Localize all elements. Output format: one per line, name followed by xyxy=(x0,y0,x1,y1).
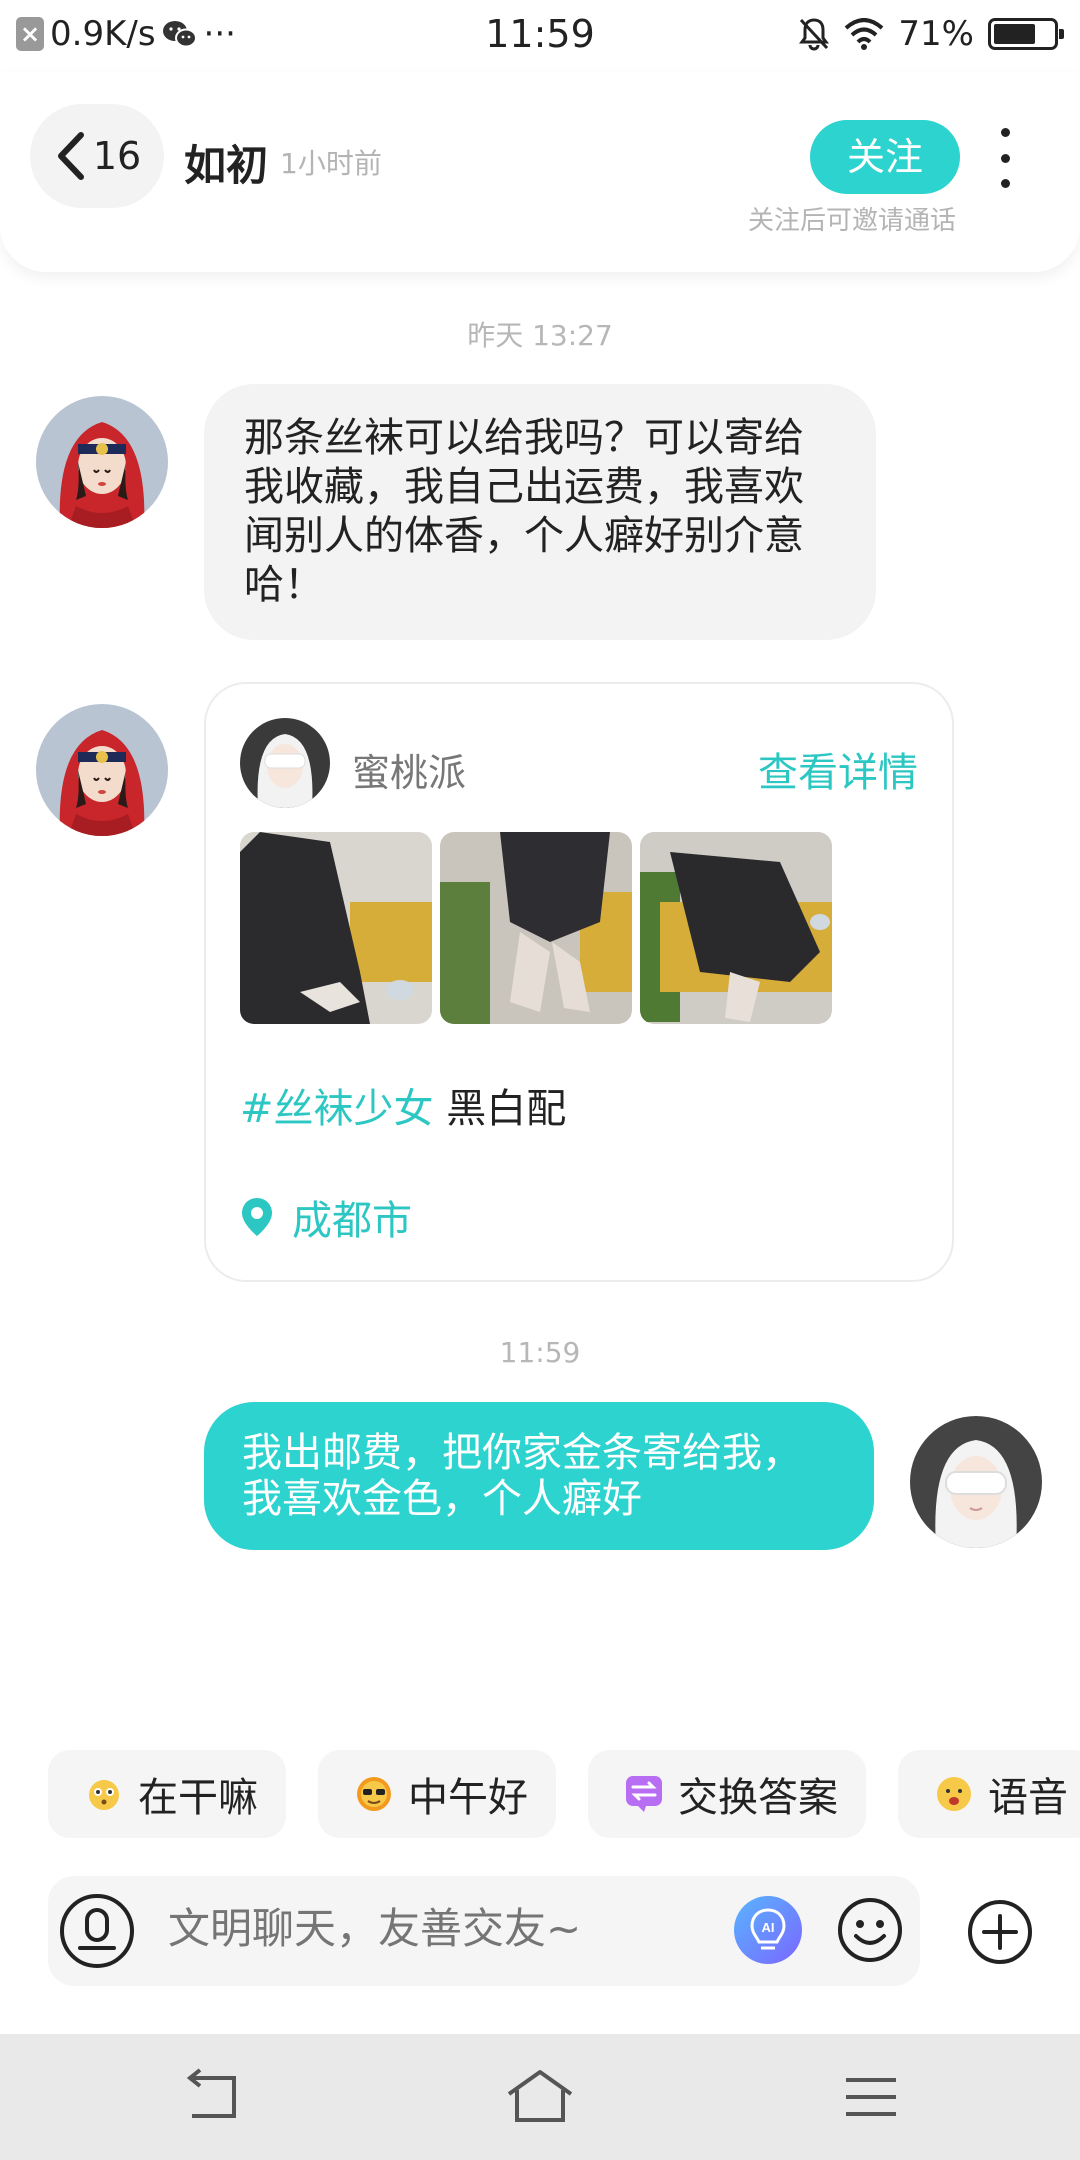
nav-back-button[interactable] xyxy=(174,2064,244,2130)
post-photo[interactable] xyxy=(240,832,432,1024)
more-options-button[interactable] xyxy=(990,128,1020,188)
quick-reply-chip[interactable]: 语音 xyxy=(898,1750,1080,1838)
unread-count: 16 xyxy=(92,134,142,178)
message-timestamp: 11:59 xyxy=(499,1336,581,1369)
outgoing-message-bubble[interactable]: 我出邮费，把你家金条寄给我，我喜欢金色，个人癖好 xyxy=(204,1402,874,1550)
menu-icon xyxy=(846,2078,896,2116)
view-details-link[interactable]: 查看详情 xyxy=(758,740,918,798)
status-bar: × 0.9K/s ··· 11:59 71% xyxy=(0,0,1080,72)
ai-assistant-button[interactable]: AI xyxy=(734,1896,802,1964)
post-caption: #丝袜少女 黑白配 xyxy=(240,1076,566,1134)
smiley-icon xyxy=(838,1898,902,1962)
home-icon xyxy=(507,2070,573,2122)
shared-post-card[interactable]: 蜜桃派 查看详情 #丝袜少女 黑白配 成都市 xyxy=(204,682,954,1282)
contact-avatar[interactable] xyxy=(36,704,168,836)
svg-text:AI: AI xyxy=(762,1920,775,1935)
wifi-icon xyxy=(845,18,884,50)
ai-bulb-icon: AI xyxy=(750,1908,786,1950)
chat-header: 16 如初 1小时前 关注 关注后可邀请通话 xyxy=(0,72,1080,272)
quick-reply-chip[interactable]: 中午好 xyxy=(318,1750,556,1838)
mute-bell-icon xyxy=(799,18,830,51)
battery-percent: 71% xyxy=(898,14,974,54)
system-navigation-bar xyxy=(0,2034,1080,2160)
quick-reply-chip[interactable]: 交换答案 xyxy=(588,1750,866,1838)
quick-reply-label: 中午好 xyxy=(408,1775,528,1821)
last-seen: 1小时前 xyxy=(280,147,382,180)
post-photo[interactable] xyxy=(640,832,832,1024)
location-pin-icon xyxy=(242,1198,272,1236)
message-input[interactable] xyxy=(168,1904,688,1953)
exchange-icon xyxy=(626,1776,662,1812)
location-text: 成都市 xyxy=(292,1198,412,1244)
post-photo[interactable] xyxy=(440,832,632,1024)
voice-input-button[interactable] xyxy=(60,1894,134,1968)
follow-hint: 关注后可邀请通话 xyxy=(748,206,957,236)
incoming-message-bubble[interactable]: 那条丝袜可以给我吗？可以寄给我收藏，我自己出运费，我喜欢闻别人的体香，个人癖好别… xyxy=(204,384,876,640)
message-timestamp: 昨天 13:27 xyxy=(467,319,613,352)
voice-icon xyxy=(78,1908,116,1950)
post-author-name[interactable]: 蜜桃派 xyxy=(352,742,466,797)
contact-name[interactable]: 如初 xyxy=(184,132,268,193)
emoji-button[interactable] xyxy=(836,1896,904,1964)
battery-icon xyxy=(988,18,1064,50)
voice-face-icon xyxy=(937,1777,971,1811)
nav-home-button[interactable] xyxy=(505,2064,575,2130)
post-hashtag[interactable]: #丝袜少女 xyxy=(240,1086,434,1132)
more-actions-button[interactable] xyxy=(966,1898,1034,1966)
contact-avatar[interactable] xyxy=(36,396,168,528)
plus-circle-icon xyxy=(968,1900,1032,1964)
sun-sunglasses-icon xyxy=(357,1777,391,1811)
message-input-bar: AI xyxy=(48,1876,920,1986)
post-photos xyxy=(240,832,832,1024)
post-author-avatar[interactable] xyxy=(240,718,330,808)
post-caption-text: 黑白配 xyxy=(433,1086,567,1132)
quick-reply-label: 在干嘛 xyxy=(138,1775,258,1821)
curious-face-icon xyxy=(89,1780,119,1810)
my-avatar[interactable] xyxy=(910,1416,1042,1548)
chevron-left-icon xyxy=(57,132,84,180)
quick-replies: 在干嘛 中午好 交换答案 语音 xyxy=(48,1750,1080,1838)
back-button[interactable]: 16 xyxy=(30,104,164,208)
more-vertical-icon xyxy=(1000,128,1010,137)
post-location[interactable]: 成都市 xyxy=(240,1188,412,1246)
return-icon xyxy=(186,2068,236,2118)
follow-button[interactable]: 关注 xyxy=(810,120,960,194)
nav-menu-button[interactable] xyxy=(836,2064,906,2130)
quick-reply-chip[interactable]: 在干嘛 xyxy=(48,1750,286,1838)
quick-reply-label: 语音 xyxy=(988,1775,1068,1821)
quick-reply-label: 交换答案 xyxy=(678,1775,838,1821)
